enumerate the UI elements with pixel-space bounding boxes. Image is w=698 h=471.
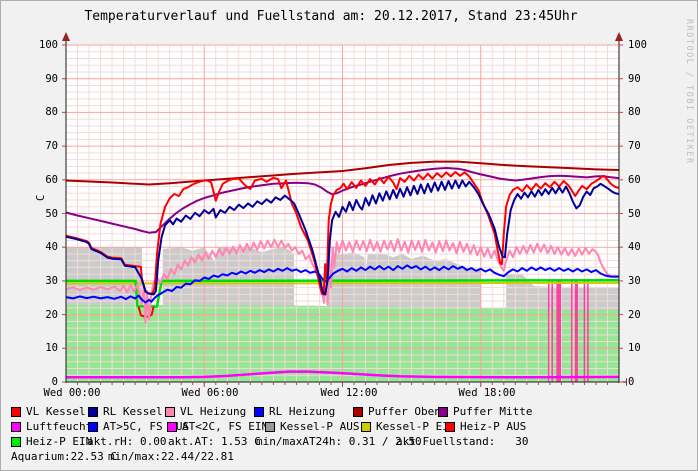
legend-swatch [88,407,98,417]
y-tick-label-right: 10 [628,342,662,354]
y-tick-label-left: 90 [20,73,58,85]
stripe-at_lt_2c_fs_ein [571,280,573,382]
legend-label: VL Kessel [26,405,86,418]
legend-item: RL Kessel [88,405,163,418]
series-kessel_p_ein [66,283,619,284]
stripe-at_lt_2c_fs_ein [559,280,561,382]
legend-item: akt.rH: 0.00 [87,435,166,448]
x-tick-label: Wed 06:00 [170,387,250,399]
x-tick-label: Wed 18:00 [447,387,527,399]
rrdtool-watermark: RRDTOOL / TOBI OETIKER [684,19,694,165]
y-tick-label-left: 20 [20,309,58,321]
legend-item: Puffer Mitte [438,405,532,418]
rrdtool-graph: Temperaturverlauf und Fuellstand am: 20.… [0,0,698,471]
stripe-at_lt_2c_fs_ein [548,280,550,382]
stripe-at_lt_2c_fs_ein [551,280,553,382]
legend-item: Kessel-P AUS [265,420,359,433]
y-tick-label-left: 50 [20,208,58,220]
y-tick-label-left: 100 [20,39,58,51]
y-tick-label-left: 40 [20,241,58,253]
legend-row: LuftfeuchteAT>5C, FS AUSAT<2C, FS EINKes… [1,420,698,435]
legend-item: RL Heizung [254,405,335,418]
y-tick-label-right: 100 [628,39,662,51]
chart-canvas [59,31,627,391]
y-tick-label-right: 40 [628,241,662,253]
stripe-at_lt_2c_fs_ein [575,280,578,382]
legend-label: Aquarium:22.53 C [11,450,117,463]
legend-label: AT<2C, FS EIN [182,420,268,433]
axis-arrow-up-left [62,32,70,41]
legend-swatch [445,422,455,432]
axis-arrow-up-right [615,32,623,41]
legend-item: Luftfeuchte [11,420,99,433]
stripe-at_lt_2c_fs_ein [587,280,589,382]
legend-swatch [265,422,275,432]
y-tick-label-right: 50 [628,208,662,220]
legend-row: VL Kessel RL Kessel VL Heizung RL Heizung Pu… [1,405,698,420]
legend-swatch [254,407,264,417]
legend-item: Puffer Oben [353,405,441,418]
y-tick-label-left: 60 [20,174,58,186]
y-tick-label-right: 0 [628,376,662,388]
stripe-at_lt_2c_fs_ein [556,280,559,382]
chart-title: Temperaturverlauf und Fuellstand am: 20.… [1,9,661,24]
legend-label: Kessel-P AUS [280,420,359,433]
y-tick-label-right: 70 [628,140,662,152]
legend-label: akt.rH: 0.00 [87,435,166,448]
y-tick-label-right: 30 [628,275,662,287]
legend-swatch [11,422,21,432]
stripe-at_lt_2c_fs_ein [584,280,586,382]
legend-label: akt.AT: 1.53 C [168,435,261,448]
y-tick-label-left: 10 [20,342,58,354]
legend-swatch [11,437,21,447]
legend-label: akt.Fuellstand: 30 [396,435,528,448]
legend-label: RL Kessel [103,405,163,418]
x-tick-label: Wed 00:00 [32,387,112,399]
y-axis-label: C [35,195,47,201]
y-tick-label-right: 90 [628,73,662,85]
legend-swatch [438,407,448,417]
legend-item: akt.Fuellstand: 30 [396,435,528,448]
legend-row: Heiz-P EINakt.rH: 0.00akt.AT: 1.53 Cmin/… [1,435,698,450]
legend-swatch [167,422,177,432]
legend-swatch [165,407,175,417]
y-tick-label-left: 70 [20,140,58,152]
legend-swatch [11,407,21,417]
legend-label: VL Heizung [180,405,246,418]
legend-item: akt.AT: 1.53 C [168,435,261,448]
legend-swatch [361,422,371,432]
legend-item: Kessel-P EIN [361,420,455,433]
x-tick-label: Wed 12:00 [309,387,389,399]
y-tick-label-right: 20 [628,309,662,321]
legend-label: RL Heizung [269,405,335,418]
y-tick-label-right: 80 [628,106,662,118]
legend-label: min/max:22.44/22.81 [108,450,234,463]
legend-row: Aquarium:22.53 Cmin/max:22.44/22.81 [1,450,698,465]
legend-swatch [88,422,98,432]
legend-label: Heiz-P AUS [460,420,526,433]
y-tick-label-left: 30 [20,275,58,287]
legend-label: Kessel-P EIN [376,420,455,433]
legend-item: Aquarium:22.53 C [11,450,117,463]
legend-item: min/max:22.44/22.81 [108,450,234,463]
legend-item: Heiz-P EIN [11,435,92,448]
legend-item: Heiz-P AUS [445,420,526,433]
y-tick-label-right: 60 [628,174,662,186]
y-tick-label-left: 80 [20,106,58,118]
legend-swatch [353,407,363,417]
legend-label: Puffer Oben [368,405,441,418]
legend-item: AT<2C, FS EIN [167,420,268,433]
legend-item: VL Kessel [11,405,86,418]
legend-label: Heiz-P EIN [26,435,92,448]
axis-arrow-right [626,378,627,386]
legend-item: VL Heizung [165,405,246,418]
legend-label: Puffer Mitte [453,405,532,418]
